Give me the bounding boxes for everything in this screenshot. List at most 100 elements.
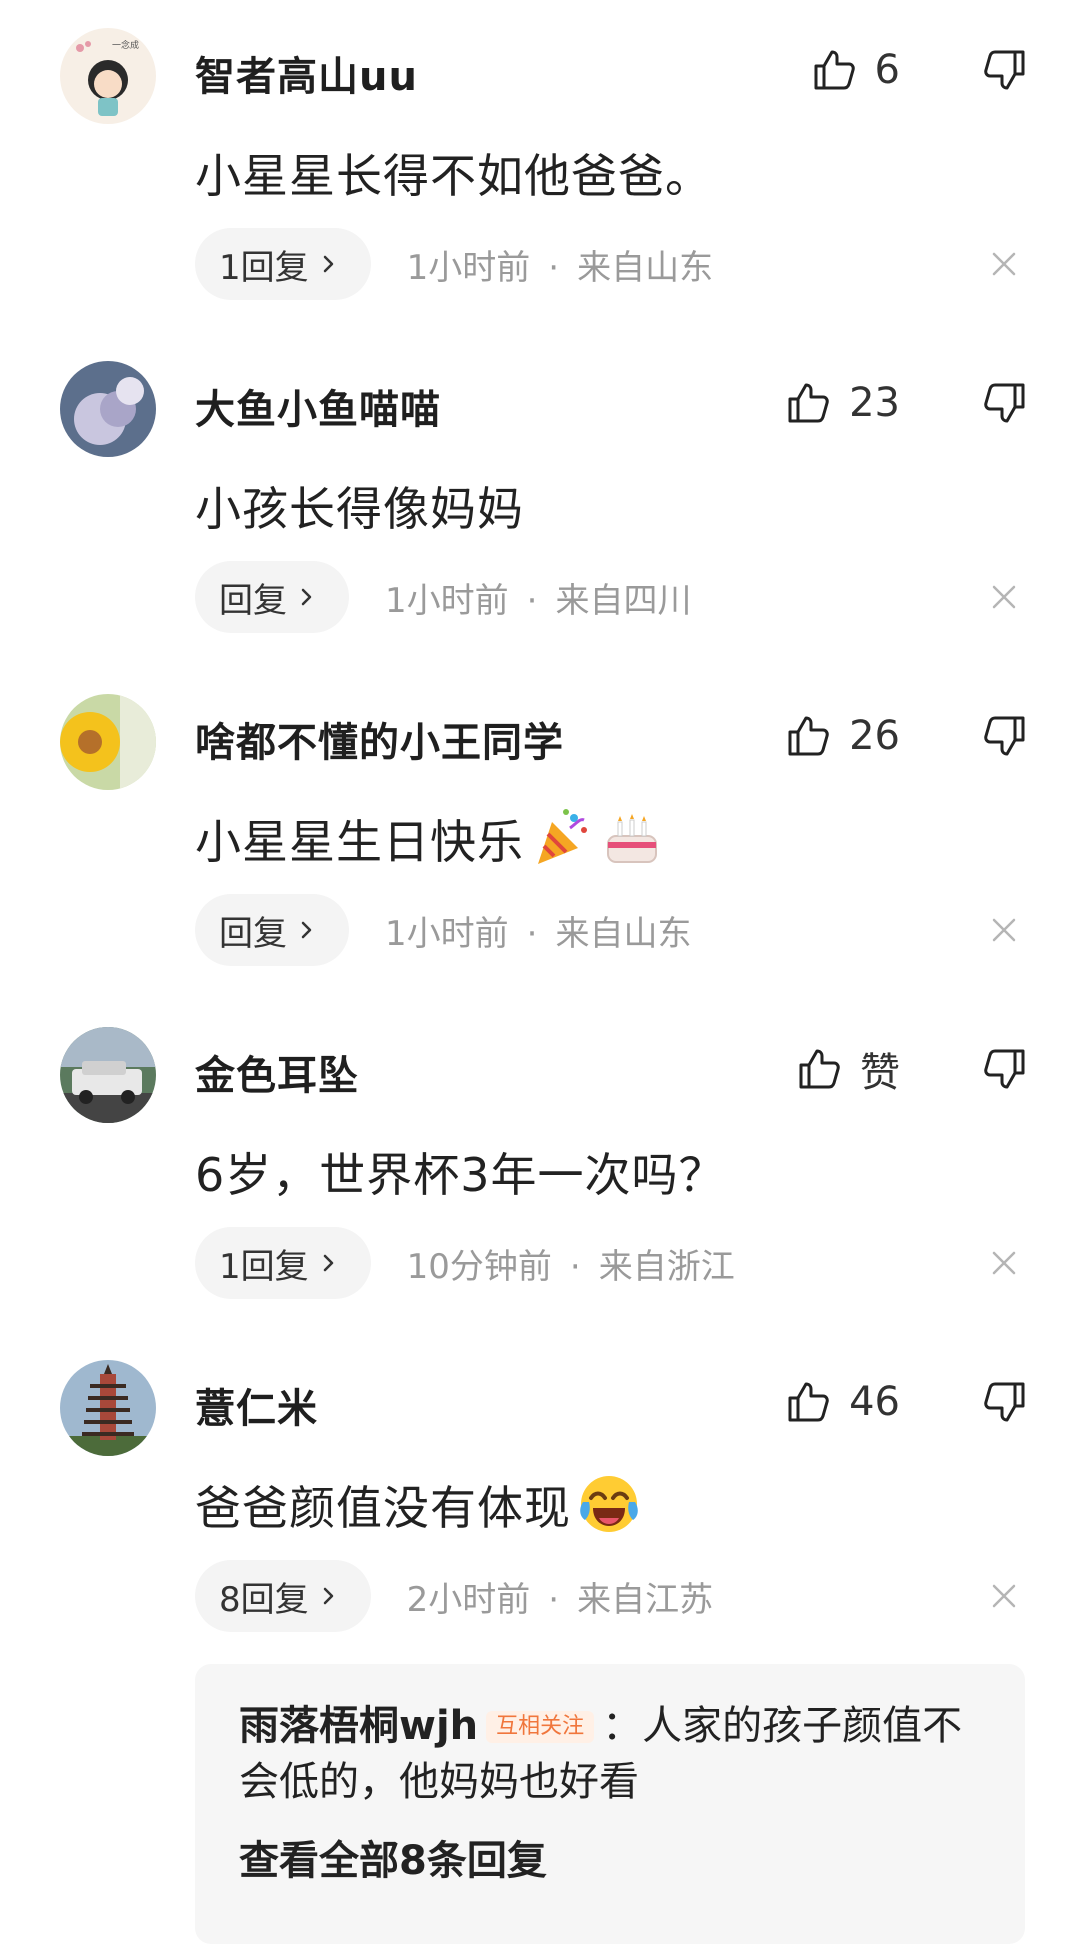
- dislike-button[interactable]: [980, 1378, 1028, 1426]
- comment-text-body: 爸爸颜值没有体现: [195, 1481, 571, 1535]
- comment-meta: 2小时前 · 来自江苏: [407, 1572, 713, 1621]
- close-icon: [992, 252, 1016, 276]
- dislike-button[interactable]: [980, 712, 1028, 760]
- separator-dot: ·: [526, 913, 538, 954]
- close-icon: [992, 1251, 1016, 1275]
- crying-laughing-emoji-icon: [577, 1472, 641, 1536]
- comment-item: 大鱼小鱼喵喵 23 小孩长得像妈妈 回复 1小时前 · 来自四川: [0, 333, 1080, 666]
- reply-button[interactable]: 回复: [195, 894, 349, 966]
- like-count: 6: [874, 47, 900, 93]
- reply-button[interactable]: 回复: [195, 561, 349, 633]
- cartoon-girl-avatar-icon: 一念成: [60, 28, 156, 124]
- separator-dot: ·: [548, 247, 560, 288]
- close-icon: [992, 585, 1016, 609]
- username[interactable]: 金色耳坠: [195, 1043, 359, 1101]
- username[interactable]: 薏仁米: [195, 1376, 318, 1434]
- comment-text-body: 小星星生日快乐: [195, 815, 524, 869]
- mutual-follow-badge: 互相关注: [486, 1711, 595, 1743]
- reply-preview-box[interactable]: 雨落梧桐wjh 互相关注 ：人家的孩子颜值不会低的，他妈妈也好看 查看全部8条回复: [195, 1664, 1025, 1944]
- avatar[interactable]: [60, 694, 156, 790]
- reply-preview-line: 雨落梧桐wjh 互相关注 ：人家的孩子颜值不会低的，他妈妈也好看: [239, 1698, 981, 1810]
- comment-text: 小星星长得不如他爸爸。: [195, 149, 712, 203]
- reply-label: 1回复: [219, 1246, 309, 1287]
- reply-label: 1回复: [219, 247, 309, 288]
- comment-location: 来自江苏: [577, 1579, 714, 1620]
- reply-button[interactable]: 1回复: [195, 228, 371, 300]
- reply-label: 回复: [219, 580, 287, 621]
- chevron-right-icon: [317, 253, 339, 275]
- comment-meta: 1小时前 · 来自山东: [407, 240, 713, 289]
- sunflower-avatar-icon: [60, 694, 156, 790]
- dislike-button[interactable]: [980, 46, 1028, 94]
- chevron-right-icon: [317, 1585, 339, 1607]
- comment-footer: 8回复 2小时前 · 来自江苏: [195, 1560, 713, 1632]
- reply-label: 8回复: [219, 1579, 309, 1620]
- avatar[interactable]: [60, 1027, 156, 1123]
- comment-text: 6岁，世界杯3年一次吗？: [195, 1148, 726, 1202]
- avatar[interactable]: 一念成: [60, 28, 156, 124]
- thumbs-up-icon: [785, 379, 833, 427]
- birthday-cake-emoji-icon: [600, 806, 664, 870]
- like-button[interactable]: 赞: [796, 1037, 900, 1101]
- thumbs-up-icon: [811, 46, 859, 94]
- chevron-right-icon: [317, 1252, 339, 1274]
- reply-separator: ：: [602, 1703, 643, 1749]
- comment-time: 1小时前: [385, 580, 509, 621]
- comment-footer: 回复 1小时前 · 来自山东: [195, 894, 691, 966]
- comment-time: 10分钟前: [406, 1246, 552, 1287]
- thumbs-up-icon: [796, 1045, 844, 1093]
- thumbs-down-icon: [984, 1049, 1025, 1089]
- close-button[interactable]: [988, 1580, 1020, 1612]
- comment-footer: 1回复 1小时前 · 来自山东: [195, 228, 713, 300]
- comment-footer: 回复 1小时前 · 来自四川: [195, 561, 691, 633]
- comment-time: 1小时前: [385, 913, 509, 954]
- close-button[interactable]: [988, 914, 1020, 946]
- thumbs-up-icon: [785, 712, 833, 760]
- comment-text: 爸爸颜值没有体现: [195, 1472, 641, 1538]
- reply-label: 回复: [219, 913, 287, 954]
- comment-item: 金色耳坠 赞 6岁，世界杯3年一次吗？ 1回复 10分钟前 · 来自浙江: [0, 999, 1080, 1332]
- like-button[interactable]: 26: [785, 704, 900, 768]
- comment-footer: 1回复 10分钟前 · 来自浙江: [195, 1227, 735, 1299]
- thumbs-down-icon: [984, 1382, 1025, 1422]
- thumbs-down-icon: [984, 383, 1025, 423]
- comment-location: 来自四川: [555, 580, 692, 621]
- view-all-replies-link[interactable]: 查看全部8条回复: [239, 1828, 981, 1886]
- comment-meta: 1小时前 · 来自四川: [385, 573, 691, 622]
- like-button[interactable]: 46: [785, 1370, 900, 1434]
- username[interactable]: 啥都不懂的小王同学: [195, 710, 564, 768]
- thumbs-up-icon: [785, 1378, 833, 1426]
- comment-meta: 10分钟前 · 来自浙江: [407, 1239, 735, 1288]
- comment-location: 来自山东: [555, 913, 692, 954]
- avatar[interactable]: [60, 361, 156, 457]
- reply-button[interactable]: 8回复: [195, 1560, 371, 1632]
- dislike-button[interactable]: [980, 1045, 1028, 1093]
- party-popper-emoji-icon: [530, 806, 594, 870]
- comment-item: 啥都不懂的小王同学 26 小星星生日快乐 回复 1小时前 · 来自山东: [0, 666, 1080, 999]
- like-button[interactable]: 6: [811, 38, 900, 102]
- avatar[interactable]: [60, 1360, 156, 1456]
- comment-time: 1小时前: [406, 247, 531, 288]
- like-count: 23: [849, 380, 900, 426]
- dislike-button[interactable]: [980, 379, 1028, 427]
- like-button[interactable]: 23: [785, 371, 900, 435]
- flower-photo-avatar-icon: [60, 361, 156, 457]
- username[interactable]: 大鱼小鱼喵喵: [195, 377, 441, 435]
- comment-location: 来自浙江: [598, 1246, 735, 1287]
- comment-item: 薏仁米 46 爸爸颜值没有体现 8回复 2小时前 · 来自江苏: [0, 1332, 1080, 1665]
- car-photo-avatar-icon: [60, 1027, 156, 1123]
- comment-text: 小星星生日快乐: [195, 806, 664, 872]
- username[interactable]: 智者高山uu: [195, 44, 418, 102]
- separator-dot: ·: [526, 580, 538, 621]
- chevron-right-icon: [295, 586, 317, 608]
- close-button[interactable]: [988, 1247, 1020, 1279]
- close-icon: [992, 918, 1016, 942]
- reply-button[interactable]: 1回复: [195, 1227, 371, 1299]
- close-button[interactable]: [988, 581, 1020, 613]
- close-button[interactable]: [988, 248, 1020, 280]
- reply-username[interactable]: 雨落梧桐wjh: [239, 1703, 478, 1749]
- like-count: 赞: [860, 1050, 900, 1096]
- like-count: 26: [849, 713, 900, 759]
- svg-text:一念成: 一念成: [112, 39, 139, 51]
- comment-item: 一念成 智者高山uu 6 小星星长得不如他爸爸。 1回复 1小时前 · 来自山东: [0, 0, 1080, 333]
